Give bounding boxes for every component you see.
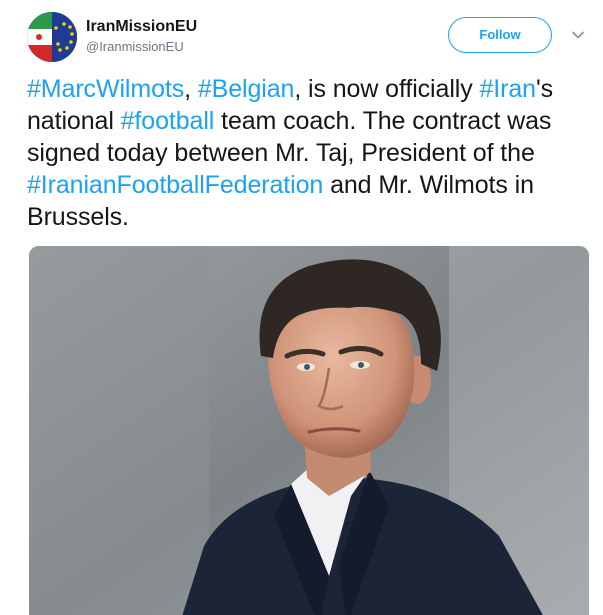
- tweet-text-segment: ,: [184, 75, 198, 103]
- hashtag-link[interactable]: #IranianFootballFederation: [27, 171, 323, 199]
- tweet-text: #MarcWilmots, #Belgian, is now officiall…: [27, 73, 587, 233]
- hashtag-link[interactable]: #Belgian: [198, 75, 295, 103]
- iran-eu-flag-avatar-icon: [27, 12, 77, 62]
- chevron-down-icon[interactable]: [571, 28, 585, 42]
- screen-name[interactable]: @IranmissionEU: [86, 38, 197, 56]
- display-name[interactable]: IranMissionEU: [86, 17, 197, 36]
- user-info: IranMissionEU @IranmissionEU: [86, 17, 197, 56]
- tweet-card: IranMissionEU @IranmissionEU Follow #Mar…: [0, 0, 603, 615]
- tweet-text-segment: , is now officially: [294, 75, 480, 103]
- avatar[interactable]: [27, 12, 77, 62]
- tweet-header: IranMissionEU @IranmissionEU Follow: [27, 12, 593, 62]
- hashtag-link[interactable]: #MarcWilmots: [27, 75, 184, 103]
- coach-photo: [29, 246, 589, 615]
- hashtag-link[interactable]: #football: [121, 107, 215, 135]
- tweet-media-photo[interactable]: [29, 246, 589, 615]
- hashtag-link[interactable]: #Iran: [479, 75, 536, 103]
- follow-button[interactable]: Follow: [448, 17, 552, 53]
